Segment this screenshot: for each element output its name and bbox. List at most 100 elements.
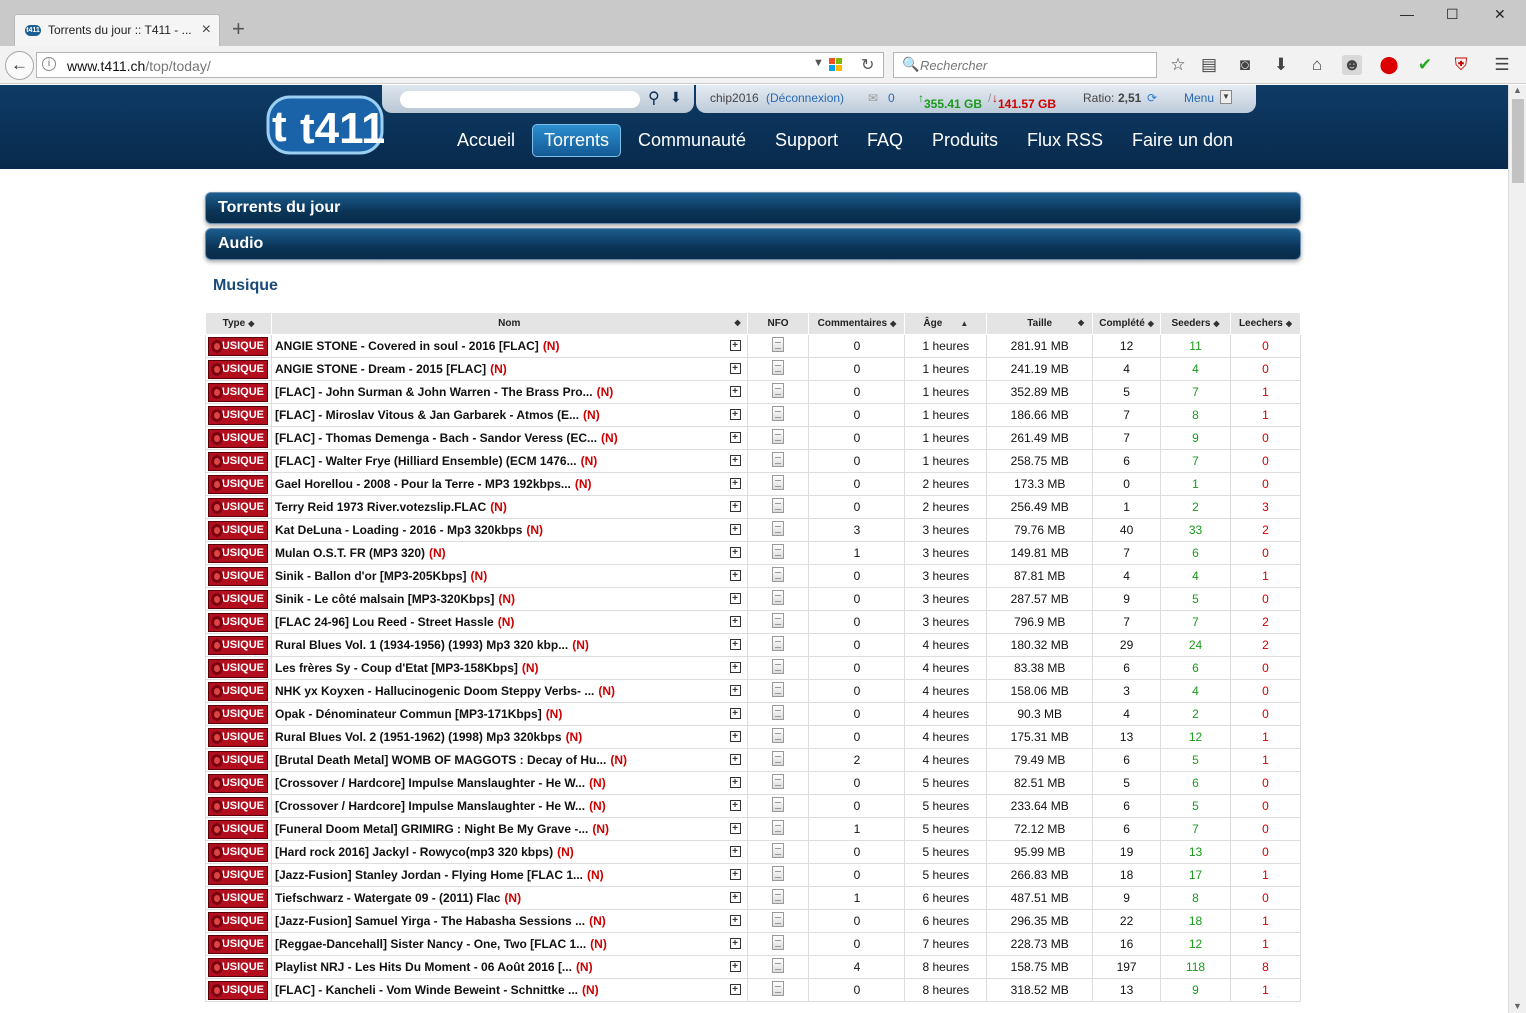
expand-plus-icon[interactable]: + [729,432,741,443]
category-badge[interactable]: MUSIQUE [208,543,268,563]
torrent-name-link[interactable]: [Brutal Death Metal] WOMB OF MAGGOTS : D… [275,753,606,767]
comments-cell[interactable]: 3 [808,518,906,542]
comments-cell[interactable]: 0 [808,472,906,496]
expand-plus-icon[interactable]: + [729,777,741,788]
new-tab-button[interactable]: + [232,18,245,40]
comments-cell[interactable]: 2 [808,748,906,772]
comments-cell[interactable]: 0 [808,495,906,519]
scrollbar-thumb[interactable] [1512,99,1524,183]
comments-cell[interactable]: 0 [808,656,906,680]
nfo-file-icon[interactable] [772,774,785,789]
page-scrollbar[interactable]: ▲ ▼ [1508,85,1526,1013]
category-badge[interactable]: MUSIQUE [208,911,268,931]
torrent-name-link[interactable]: Terry Reid 1973 River.votezslip.FLAC [275,500,486,514]
username[interactable]: chip2016 [710,91,759,105]
torrent-name-link[interactable]: Mulan O.S.T. FR (MP3 320) [275,546,425,560]
messages-count[interactable]: 0 [888,91,895,105]
col-age[interactable]: Âge ▲ [904,312,988,335]
shield-check-icon[interactable]: ✔ [1415,55,1435,75]
expand-plus-icon[interactable]: + [729,363,741,374]
logout-link[interactable]: (Déconnexion) [766,91,844,105]
nfo-file-icon[interactable] [772,337,785,352]
browser-search-box[interactable]: 🔍 Rechercher [893,52,1157,78]
category-badge[interactable]: MUSIQUE [208,980,268,1000]
comments-cell[interactable]: 0 [808,426,906,450]
comments-cell[interactable]: 0 [808,449,906,473]
close-window-button[interactable]: ✕ [1494,6,1506,23]
nav-faire-un-don[interactable]: Faire un don [1132,130,1233,151]
home-icon[interactable]: ⌂ [1307,55,1327,75]
search-icon[interactable]: ⚲ [648,88,660,108]
torrent-name-link[interactable]: [Funeral Doom Metal] GRIMIRG : Night Be … [275,822,588,836]
category-badge[interactable]: MUSIQUE [208,773,268,793]
expand-plus-icon[interactable]: + [729,800,741,811]
torrent-name-link[interactable]: [Jazz-Fusion] Stanley Jordan - Flying Ho… [275,868,583,882]
comments-cell[interactable]: 0 [808,794,906,818]
expand-plus-icon[interactable]: + [729,478,741,489]
expand-plus-icon[interactable]: + [729,639,741,650]
category-badge[interactable]: MUSIQUE [208,497,268,517]
expand-plus-icon[interactable]: + [729,386,741,397]
category-badge[interactable]: MUSIQUE [208,612,268,632]
torrent-name-link[interactable]: Rural Blues Vol. 1 (1934-1956) (1993) Mp… [275,638,568,652]
back-button[interactable]: ← [5,51,34,80]
category-badge[interactable]: MUSIQUE [208,934,268,954]
expand-plus-icon[interactable]: + [729,938,741,949]
category-badge[interactable]: MUSIQUE [208,888,268,908]
category-badge[interactable]: MUSIQUE [208,704,268,724]
expand-plus-icon[interactable]: + [729,593,741,604]
torrent-name-link[interactable]: [FLAC] - Thomas Demenga - Bach - Sandor … [275,431,597,445]
pocket-icon[interactable]: ◙ [1235,55,1255,75]
nav-accueil[interactable]: Accueil [457,130,515,151]
category-badge[interactable]: MUSIQUE [208,566,268,586]
download-icon[interactable]: ⬇ [1271,55,1291,75]
category-badge[interactable]: MUSIQUE [208,842,268,862]
nfo-file-icon[interactable] [772,705,785,720]
torrent-name-link[interactable]: [Crossover / Hardcore] Impulse Manslaugh… [275,799,585,813]
expand-plus-icon[interactable]: + [729,501,741,512]
expand-plus-icon[interactable]: + [729,846,741,857]
comments-cell[interactable]: 0 [808,840,906,864]
menu-dropdown-icon[interactable]: ▼ [1220,90,1232,104]
category-badge[interactable]: MUSIQUE [208,382,268,402]
t411-logo[interactable]: t t411 [266,93,384,157]
search-engine-icon[interactable]: 🔍 [902,56,919,73]
nfo-file-icon[interactable] [772,728,785,743]
messages-icon[interactable]: ✉ [868,91,878,105]
expand-plus-icon[interactable]: + [729,662,741,673]
nfo-file-icon[interactable] [772,383,785,398]
comments-cell[interactable]: 0 [808,978,906,1002]
comments-cell[interactable]: 0 [808,334,906,358]
torrent-name-link[interactable]: [Crossover / Hardcore] Impulse Manslaugh… [275,776,585,790]
nav-faq[interactable]: FAQ [867,130,903,151]
col-complete[interactable]: Complété ◆ [1092,312,1162,335]
col-taille[interactable]: Taille ◆ [986,312,1094,335]
comments-cell[interactable]: 4 [808,955,906,979]
nfo-file-icon[interactable] [772,498,785,513]
hamburger-menu-icon[interactable]: ☰ [1492,55,1512,75]
category-badge[interactable]: MUSIQUE [208,658,268,678]
url-text[interactable]: www.t411.ch/top/today/ [67,58,211,74]
torrent-name-link[interactable]: [FLAC] - Walter Frye (Hilliard Ensemble)… [275,454,577,468]
nfo-file-icon[interactable] [772,521,785,536]
nfo-file-icon[interactable] [772,935,785,950]
site-info-icon[interactable]: i [42,57,56,71]
comments-cell[interactable]: 0 [808,863,906,887]
expand-plus-icon[interactable]: + [729,754,741,765]
category-badge[interactable]: MUSIQUE [208,520,268,540]
col-nom[interactable]: Nom ◆ [270,312,748,335]
comments-cell[interactable]: 0 [808,909,906,933]
nfo-file-icon[interactable] [772,797,785,812]
expand-plus-icon[interactable]: + [729,455,741,466]
category-badge[interactable]: MUSIQUE [208,405,268,425]
nav-torrents[interactable]: Torrents [544,130,609,151]
nfo-file-icon[interactable] [772,912,785,927]
torrent-name-link[interactable]: ANGIE STONE - Dream - 2015 [FLAC] [275,362,486,376]
comments-cell[interactable]: 1 [808,886,906,910]
ratio-info-icon[interactable]: ⟳ [1147,91,1157,105]
expand-plus-icon[interactable]: + [729,731,741,742]
advanced-search-icon[interactable]: ⬇ [670,89,682,106]
nfo-file-icon[interactable] [772,751,785,766]
comments-cell[interactable]: 0 [808,932,906,956]
ublock-icon[interactable]: ⬤ [1379,55,1399,75]
